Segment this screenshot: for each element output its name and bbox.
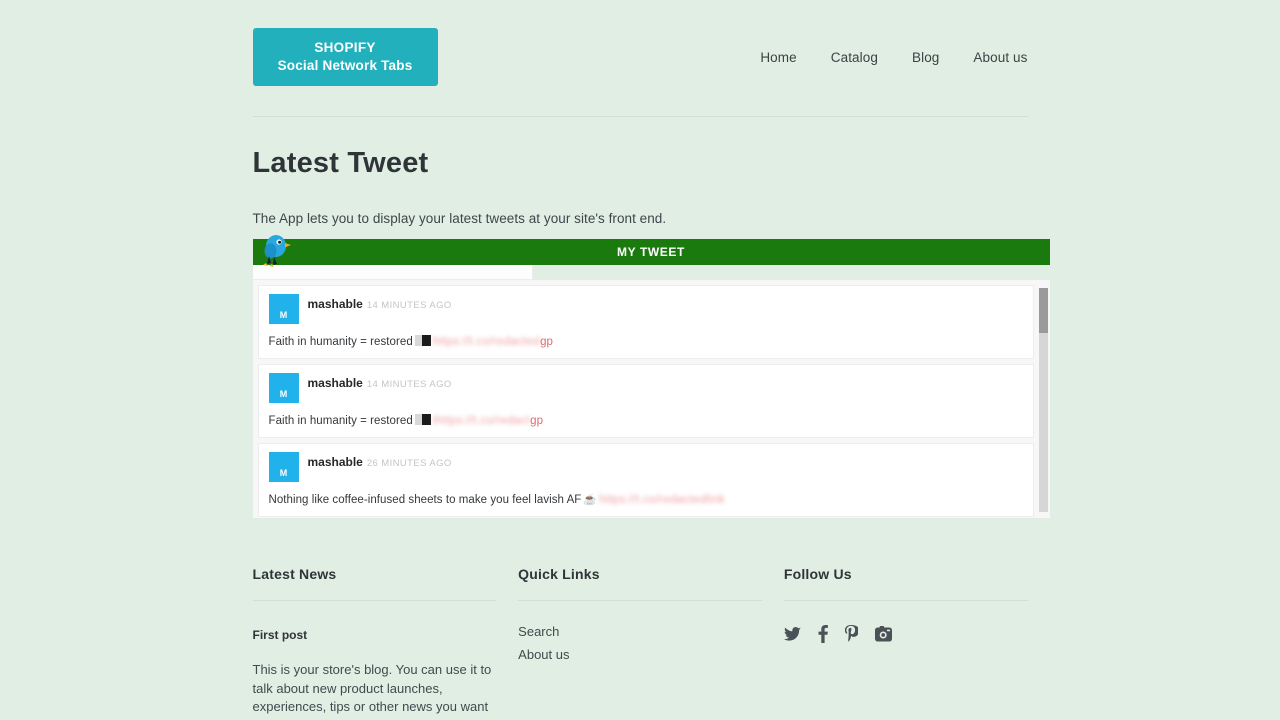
footer-link-about-us[interactable]: About us [518,647,762,662]
tweet-text: Faith in humanity = restored https://t.co… [269,335,1023,348]
footer-link-search[interactable]: Search [518,624,762,639]
page-title: Latest Tweet [253,147,1028,180]
tweet-timestamp: 14 MINUTES AGO [367,379,452,390]
tweet-scrollbar[interactable] [1039,288,1048,512]
nav-item-about-us[interactable]: About us [973,50,1027,65]
footer-divider [253,600,497,601]
tweet-item[interactable]: M mashable 14 MINUTES AGO Faith in humani… [258,285,1034,359]
pinterest-icon[interactable] [845,625,858,643]
tweet-timestamp: 26 MINUTES AGO [367,458,452,469]
tweet-header: M mashable 26 MINUTES AGO [269,452,1023,482]
tweet-widget-header: MY TWEET [253,239,1050,265]
tweet-text-body: Nothing like coffee-infused sheets to ma… [269,494,582,506]
nav-item-home[interactable]: Home [760,50,796,65]
main-navigation: Home Catalog Blog About us [760,28,1027,65]
twitter-bird-icon [259,231,293,269]
tweet-item[interactable]: M mashable 26 MINUTES AGO Nothing like co… [258,443,1034,517]
tweet-link-redacted[interactable]: https://t.co/redacted [433,336,540,348]
tweet-meta: mashable 26 MINUTES AGO [308,452,452,471]
tweet-link-redacted[interactable]: https://t.co/redactedlink [599,494,725,506]
avatar: M [269,452,299,482]
tweet-widget: MY TWEET [253,239,1050,518]
footer-post-title[interactable]: First post [253,628,497,642]
tweet-text: Nothing like coffee-infused sheets to ma… [269,493,1023,506]
tweet-link-redacted[interactable]: thttps://t.co/redact [433,415,530,427]
footer-divider [784,600,1028,601]
footer-quick-links: Quick Links Search About us [518,566,762,720]
logo-line-subtitle: Social Network Tabs [278,57,413,75]
tweet-username[interactable]: mashable [308,376,363,390]
footer-divider [518,600,762,601]
footer-quick-links-title: Quick Links [518,566,762,582]
tweet-widget-title: MY TWEET [617,245,685,259]
nav-item-catalog[interactable]: Catalog [831,50,878,65]
tweet-timestamp: 14 MINUTES AGO [367,300,452,311]
footer-latest-news: Latest News First post This is your stor… [253,566,497,720]
tweet-item[interactable]: M mashable 14 MINUTES AGO Faith in humani… [258,364,1034,438]
coffee-emoji: ☕ [583,494,597,506]
tweet-meta: mashable 14 MINUTES AGO [308,294,452,313]
tweet-username[interactable]: mashable [308,455,363,469]
tweet-text: Faith in humanity = restored thttps://t.c… [269,414,1023,427]
tweet-text-body: Faith in humanity = restored [269,336,413,348]
tweet-link-tail[interactable]: gp [540,336,553,348]
tweet-text-body: Faith in humanity = restored [269,415,413,427]
twitter-icon[interactable] [784,627,801,642]
footer-post-body: This is your store's blog. You can use i… [253,661,496,720]
tweet-username[interactable]: mashable [308,297,363,311]
tweet-scrollbar-thumb[interactable] [1039,288,1048,333]
tweet-meta: mashable 14 MINUTES AGO [308,373,452,392]
page-description: The App lets you to display your latest … [253,211,1028,226]
footer-follow-us-title: Follow Us [784,566,1028,582]
image-emoji [415,335,431,346]
footer-follow-us: Follow Us [784,566,1028,720]
page-root: SHOPIFY Social Network Tabs Home Catalog… [0,0,1280,720]
logo-line-shopify: SHOPIFY [314,39,375,57]
avatar-letter: M [269,310,299,320]
site-logo[interactable]: SHOPIFY Social Network Tabs [253,28,438,86]
tweet-link-tail[interactable]: gp [530,415,543,427]
site-header: SHOPIFY Social Network Tabs Home Catalog… [253,0,1028,86]
tweet-widget-subbar [253,265,533,280]
site-footer: Latest News First post This is your stor… [253,518,1028,720]
avatar: M [269,373,299,403]
facebook-icon[interactable] [818,625,828,643]
social-icons-row [784,625,1028,643]
tweet-header: M mashable 14 MINUTES AGO [269,294,1023,324]
avatar: M [269,294,299,324]
footer-latest-news-title: Latest News [253,566,497,582]
tweet-list: M mashable 14 MINUTES AGO Faith in humani… [253,280,1039,518]
image-emoji [415,414,431,425]
main-content: Latest Tweet The App lets you to display… [253,117,1028,518]
tweet-list-container: M mashable 14 MINUTES AGO Faith in humani… [253,280,1050,518]
avatar-letter: M [269,468,299,478]
avatar-letter: M [269,389,299,399]
tweet-header: M mashable 14 MINUTES AGO [269,373,1023,403]
instagram-icon[interactable] [875,626,892,642]
nav-item-blog[interactable]: Blog [912,50,939,65]
